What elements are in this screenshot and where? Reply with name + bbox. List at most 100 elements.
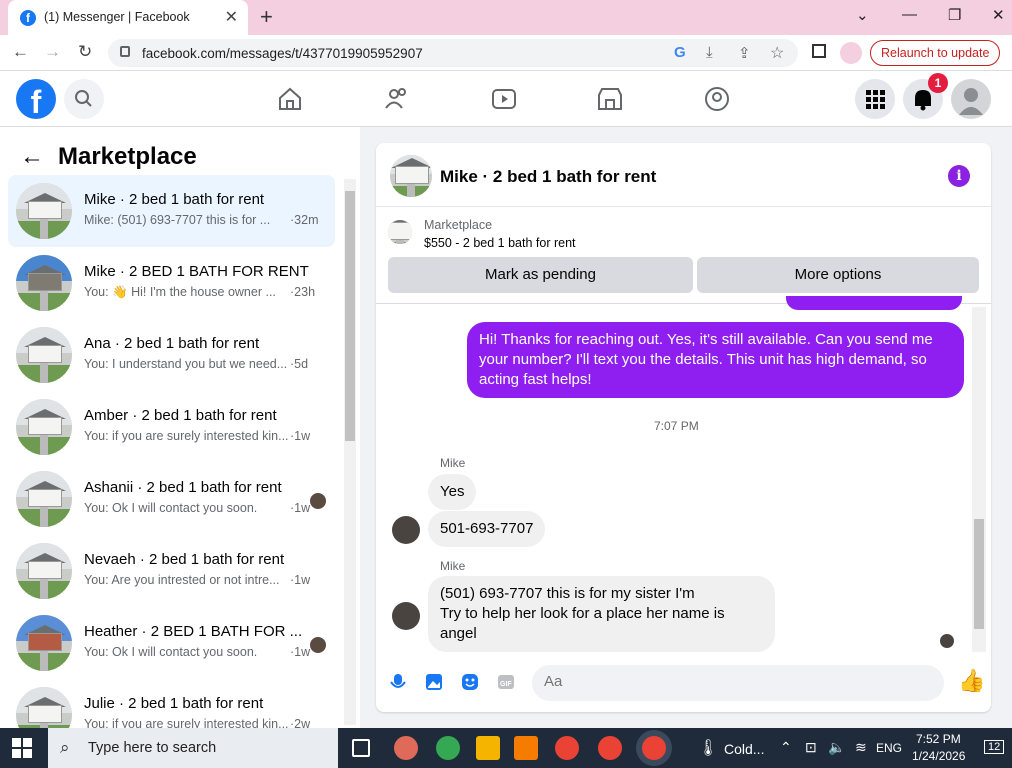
incoming-message[interactable]: Yes bbox=[428, 474, 477, 510]
facebook-logo-icon[interactable]: f bbox=[16, 79, 56, 120]
network-device-icon[interactable]: ⊡ bbox=[805, 739, 817, 756]
conversation-time: ·32m bbox=[290, 213, 319, 227]
sender-avatar[interactable] bbox=[392, 602, 420, 630]
scrollbar[interactable] bbox=[972, 307, 986, 652]
scrollbar[interactable] bbox=[344, 179, 356, 725]
conversation-item[interactable]: Mike · 2 BED 1 BATH FOR RENT You: 👋 Hi! I… bbox=[8, 247, 335, 319]
task-view-icon[interactable] bbox=[352, 739, 370, 757]
sticker-icon[interactable] bbox=[460, 672, 480, 692]
forward-icon[interactable]: → bbox=[44, 42, 61, 62]
mark-as-pending-button[interactable]: Mark as pending bbox=[388, 257, 693, 293]
wifi-icon[interactable]: ≋ bbox=[855, 739, 867, 756]
home-icon[interactable] bbox=[276, 85, 304, 113]
reload-icon[interactable]: ↻ bbox=[78, 42, 92, 62]
address-bar: ← → ↻ facebook.com/messages/t/4377019905… bbox=[0, 35, 1012, 71]
info-icon[interactable]: i bbox=[948, 165, 970, 187]
chrome-icon[interactable] bbox=[642, 736, 666, 760]
thumbs-up-icon[interactable]: 👍 bbox=[958, 668, 985, 694]
close-window-icon[interactable]: ✕ bbox=[992, 6, 1005, 24]
side-panel-icon[interactable] bbox=[812, 44, 826, 58]
scrollbar-thumb[interactable] bbox=[974, 519, 984, 629]
notification-badge: 1 bbox=[928, 73, 948, 93]
listing-thumbnail bbox=[16, 327, 72, 383]
back-arrow-icon[interactable]: ← bbox=[20, 143, 44, 170]
conversation-item[interactable]: Nevaeh · 2 bed 1 bath for rent You: Are y… bbox=[8, 535, 335, 607]
conversation-item[interactable]: Heather · 2 BED 1 BATH FOR ... You: Ok I … bbox=[8, 607, 335, 679]
weather-icon[interactable]: 🌡 bbox=[698, 738, 718, 758]
message-input-box[interactable] bbox=[532, 665, 944, 701]
conversation-time: ·1w bbox=[290, 645, 311, 659]
google-icon[interactable]: G bbox=[674, 44, 686, 61]
menu-button[interactable] bbox=[855, 79, 895, 119]
conversation-time: ·1w bbox=[290, 429, 311, 443]
chat-title[interactable]: Mike · 2 bed 1 bath for rent bbox=[440, 167, 656, 187]
incoming-message[interactable]: 501-693-7707 bbox=[428, 511, 546, 547]
clock-date[interactable]: 1/24/2026 bbox=[912, 749, 965, 763]
sender-avatar[interactable] bbox=[392, 516, 420, 544]
conversation-time: ·5d bbox=[290, 357, 309, 371]
sender-name: Mike bbox=[440, 456, 466, 470]
watch-icon[interactable] bbox=[490, 85, 518, 113]
conversation-item[interactable]: Mike · 2 bed 1 bath for rent Mike: (501) … bbox=[8, 175, 335, 247]
sender-name: Mike bbox=[440, 559, 466, 573]
friends-icon[interactable] bbox=[383, 85, 411, 113]
facebook-header: f 1 bbox=[0, 71, 1012, 127]
gif-icon[interactable]: GIF bbox=[496, 672, 516, 692]
microphone-icon[interactable] bbox=[388, 672, 408, 692]
listing-thumbnail bbox=[16, 471, 72, 527]
notification-center-icon[interactable]: 12 bbox=[984, 740, 1005, 754]
conversation-item[interactable]: Amber · 2 bed 1 bath for rent You: if you… bbox=[8, 391, 335, 463]
message-line: Try to help her look for a place her nam… bbox=[440, 605, 725, 642]
conversation-list-panel: ← Marketplace Mike · 2 bed 1 bath for ren… bbox=[0, 127, 360, 743]
conversation-item[interactable]: Ana · 2 bed 1 bath for rent You: I unders… bbox=[8, 319, 335, 391]
weather-text[interactable]: Cold... bbox=[724, 741, 764, 757]
chrome-icon[interactable] bbox=[598, 736, 622, 760]
url-field[interactable]: facebook.com/messages/t/4377019905952907… bbox=[108, 39, 798, 67]
more-options-button[interactable]: More options bbox=[697, 257, 979, 293]
maximize-icon[interactable]: ❐ bbox=[948, 6, 961, 24]
profile-icon[interactable] bbox=[840, 42, 862, 64]
browser-tab[interactable]: f (1) Messenger | Facebook ✕ bbox=[8, 0, 248, 35]
volume-icon[interactable]: 🔈 bbox=[828, 739, 845, 756]
share-icon[interactable]: ⇪ bbox=[738, 44, 751, 62]
chat-avatar[interactable] bbox=[390, 155, 432, 197]
photo-icon[interactable] bbox=[424, 672, 444, 692]
app-icon[interactable] bbox=[394, 736, 418, 760]
relaunch-button[interactable]: Relaunch to update bbox=[870, 40, 1001, 66]
conversation-snippet: You: if you are surely interested kin... bbox=[84, 429, 289, 443]
conversation-snippet: You: Are you intrested or not intre... bbox=[84, 573, 280, 587]
conversation-item[interactable]: Ashanii · 2 bed 1 bath for rent You: Ok I… bbox=[8, 463, 335, 535]
listing-thumbnail[interactable] bbox=[388, 220, 412, 244]
outgoing-message[interactable]: Hi! Thanks for reaching out. Yes, it's s… bbox=[467, 322, 964, 398]
account-button[interactable] bbox=[951, 79, 991, 119]
taskbar-search[interactable]: ⌕ Type here to search bbox=[48, 728, 338, 768]
chevron-up-icon[interactable]: ⌃ bbox=[780, 739, 792, 756]
minimize-icon[interactable]: — bbox=[902, 6, 917, 23]
vlc-icon[interactable] bbox=[514, 736, 538, 760]
conversation-time: ·1w bbox=[290, 501, 311, 515]
read-receipt-avatar bbox=[310, 637, 326, 653]
install-icon[interactable]: ⤓ bbox=[706, 44, 713, 61]
incoming-message[interactable]: (501) 693-7707 this is for my sister I'm… bbox=[428, 576, 775, 652]
back-icon[interactable]: ← bbox=[12, 42, 29, 62]
search-button[interactable] bbox=[64, 79, 104, 119]
conversation-snippet: Mike: (501) 693-7707 this is for ... bbox=[84, 213, 271, 227]
close-tab-icon[interactable]: ✕ bbox=[225, 7, 238, 27]
chrome-icon[interactable] bbox=[436, 736, 460, 760]
listing-title[interactable]: $550 - 2 bed 1 bath for rent bbox=[424, 236, 576, 250]
message-thread: Hi! Thanks for reaching out. Yes, it's s… bbox=[376, 296, 991, 654]
groups-icon[interactable] bbox=[703, 85, 731, 113]
scrollbar-thumb[interactable] bbox=[345, 191, 355, 441]
bookmark-star-icon[interactable]: ☆ bbox=[770, 43, 784, 63]
chrome-icon[interactable] bbox=[555, 736, 579, 760]
clock-time[interactable]: 7:52 PM bbox=[916, 732, 961, 746]
marketplace-listing-card: Marketplace $550 - 2 bed 1 bath for rent… bbox=[376, 208, 991, 304]
windows-start-icon[interactable] bbox=[12, 738, 32, 758]
file-explorer-icon[interactable] bbox=[476, 736, 500, 760]
conversation-time: ·1w bbox=[290, 573, 311, 587]
tab-search-icon[interactable]: ⌄ bbox=[856, 6, 869, 24]
new-tab-icon[interactable]: + bbox=[260, 4, 273, 30]
message-input[interactable] bbox=[544, 673, 904, 690]
marketplace-icon[interactable] bbox=[596, 85, 624, 113]
language-indicator[interactable]: ENG bbox=[876, 741, 902, 755]
